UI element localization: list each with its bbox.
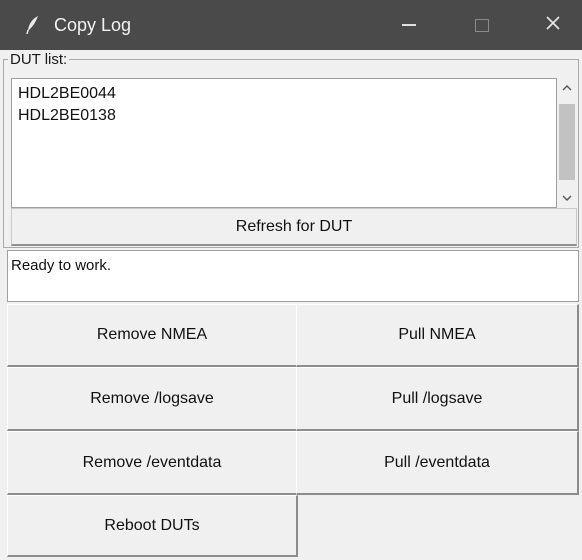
remove-eventdata-button[interactable]: Remove /eventdata: [7, 431, 298, 495]
list-item[interactable]: HDL2BE0044: [18, 83, 550, 105]
dut-list-scrollbar[interactable]: [557, 78, 577, 208]
status-text-area[interactable]: Ready to work.: [7, 250, 579, 302]
dut-list-label: DUT list:: [8, 51, 70, 68]
remove-logsave-button[interactable]: Remove /logsave: [7, 367, 298, 431]
pull-eventdata-button[interactable]: Pull /eventdata: [296, 431, 579, 495]
scroll-down-button[interactable]: [557, 188, 577, 208]
pull-logsave-button[interactable]: Pull /logsave: [296, 367, 579, 431]
refresh-dut-button[interactable]: Refresh for DUT: [11, 208, 577, 246]
empty-grid-cell: [298, 495, 579, 557]
maximize-icon: [475, 18, 489, 32]
list-item[interactable]: HDL2BE0138: [18, 105, 550, 127]
close-icon: [545, 15, 561, 36]
close-button[interactable]: [524, 0, 582, 50]
dut-listbox[interactable]: HDL2BE0044 HDL2BE0138: [11, 78, 557, 208]
feather-icon: [26, 15, 40, 35]
maximize-button[interactable]: [453, 0, 511, 50]
remove-nmea-button[interactable]: Remove NMEA: [7, 304, 298, 367]
status-message: Ready to work.: [11, 257, 112, 274]
reboot-duts-button[interactable]: Reboot DUTs: [7, 495, 298, 557]
copy-log-window: Copy Log DUT list: HDL2BE0044 HDL2BE0138: [0, 0, 582, 560]
scroll-up-button[interactable]: [557, 78, 577, 98]
chevron-down-icon: [562, 189, 572, 207]
window-title: Copy Log: [54, 15, 132, 35]
pull-nmea-button[interactable]: Pull NMEA: [296, 304, 579, 367]
minimize-icon: [402, 24, 416, 26]
chevron-up-icon: [562, 79, 572, 97]
title-bar[interactable]: Copy Log: [0, 0, 582, 50]
minimize-button[interactable]: [380, 0, 438, 50]
scroll-thumb[interactable]: [559, 104, 575, 180]
